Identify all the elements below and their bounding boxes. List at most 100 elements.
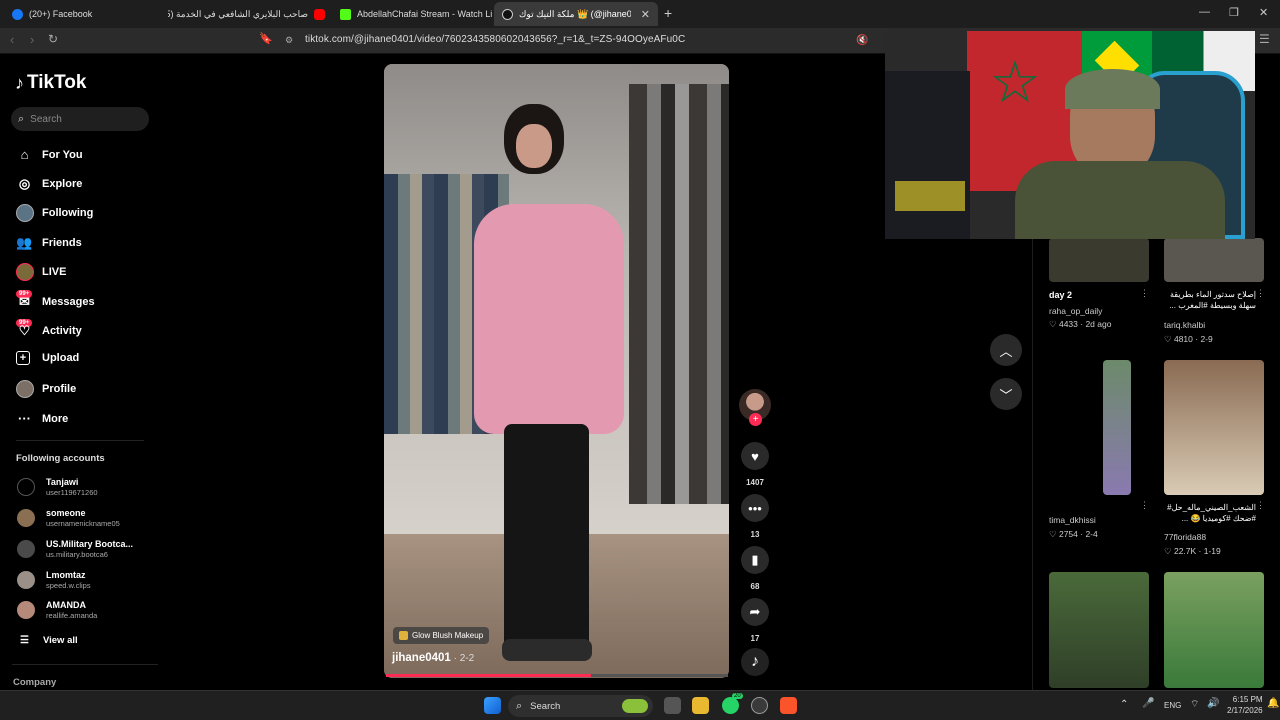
previous-video-button[interactable]: ︿ [990,334,1022,366]
video-username[interactable]: raha_op_daily [1049,306,1102,316]
tab-kick[interactable]: AbdellahChafai Stream - Watch Live [332,2,492,26]
search-input[interactable]: ⌕ Search [11,107,149,131]
whatsapp-icon[interactable] [722,697,739,714]
video-thumbnail[interactable] [1103,360,1131,495]
save-button[interactable]: ▮ 68 [741,546,769,591]
restore-icon[interactable]: ❐ [1229,6,1239,19]
mute-tab-icon[interactable]: 🔇 [856,35,868,46]
nav-live[interactable]: LIVE [16,263,66,281]
share-button[interactable]: ➦ 17 [741,598,769,643]
nav-label: LIVE [42,266,67,278]
video-thumbnail[interactable] [1164,238,1264,282]
windows-start-icon[interactable] [484,697,501,714]
video-thumbnail[interactable] [1049,238,1149,282]
nav-label: Explore [42,177,83,190]
tiktok-sound-icon[interactable]: ♪ [741,648,769,676]
video-player[interactable] [384,64,729,678]
list-icon: ☰ [20,635,29,646]
video-username[interactable]: tima_dkhissi [1049,515,1096,525]
like-button[interactable]: ♥ 1407 [741,442,769,487]
minimize-icon[interactable]: — [1199,6,1210,18]
view-all-label: View all [42,635,78,646]
following-accounts-title: Following accounts [16,453,105,464]
clock[interactable]: 6:15 PM 2/17/2026 [1227,694,1263,716]
wifi-icon[interactable]: ⌔ [1190,698,1199,711]
microphone-icon[interactable]: 🎤 [1142,698,1154,709]
back-icon[interactable]: ‹ [10,32,14,47]
address-bar[interactable]: tiktok.com/@jihane0401/video/76023435806… [305,34,685,45]
plus-icon[interactable]: + [664,5,672,21]
video-author[interactable]: jihane0401 · 2-2 [392,652,474,664]
company-link[interactable]: Company [13,677,56,688]
nav-following[interactable]: Following [16,204,93,222]
video-title[interactable]: الشعب_الصيني_ماله_حل# #ضحك #كوميديا 😂 ..… [1164,502,1256,524]
reload-icon[interactable]: ↻ [48,32,58,46]
volume-icon[interactable]: 🔊 [1207,698,1219,709]
account-item[interactable]: Lmomtaz speed.w.clips [17,570,91,590]
tiktok-logo[interactable]: ♪ TikTok [15,72,86,94]
tab-label: صاحب البلايري الشافعي في الخدمة (5) [168,8,308,19]
forward-icon[interactable]: › [30,32,34,47]
nav-activity[interactable]: ♡ Activity [16,322,82,339]
notification-icon[interactable]: 🔔 [1267,698,1279,709]
video-title[interactable]: إصلاح سدتور الماء بطريقة سهلة وبسيطة #ال… [1164,289,1256,311]
close-icon[interactable]: ✕ [641,8,650,21]
video-title[interactable]: day 2 [1049,290,1072,300]
follow-plus-icon[interactable]: + [749,413,762,426]
more-options-icon[interactable]: ⋮ [1256,288,1265,299]
language-indicator[interactable]: ENG [1164,701,1181,710]
creator-avatar[interactable]: + [739,389,771,426]
nav-messages[interactable]: ✉ Messages [16,293,95,310]
nav-upload[interactable]: + Upload [16,351,79,365]
video-likes: ♡ 4810 · 2-9 [1164,334,1213,344]
messages-icon: ✉ [19,293,30,309]
tab-label: AbdellahChafai Stream - Watch Live [357,9,492,19]
video-frame [502,639,592,661]
nav-explore[interactable]: ◎ Explore [16,175,83,192]
video-thumbnail[interactable] [1164,572,1264,688]
bookmark-icon: ▮ [741,546,769,574]
view-all-link[interactable]: ☰ View all [20,635,78,646]
close-window-icon[interactable]: ✕ [1259,6,1268,19]
app-icon[interactable] [751,697,768,714]
video-date: · 2-2 [450,653,475,664]
next-video-button[interactable]: ﹀ [990,378,1022,410]
effect-tag[interactable]: Glow Blush Makeup [393,627,490,644]
tab-facebook[interactable]: (20+) Facebook [4,2,169,26]
nav-label: Activity [42,324,82,337]
chevron-up-icon[interactable]: ⌃ [1120,699,1128,710]
comment-button[interactable]: ••• 13 [741,494,769,539]
video-progress-bar[interactable] [386,674,728,677]
site-info-icon[interactable]: ⚙ [285,35,293,46]
account-item[interactable]: someone usernamenickname05 [17,508,120,528]
video-username[interactable]: 77florida88 [1164,532,1206,542]
more-options-icon[interactable]: ⋮ [1256,500,1265,511]
menu-icon[interactable]: ☰ [1259,32,1270,46]
tiktok-note-icon: ♪ [15,72,24,93]
brave-browser-icon[interactable] [780,697,797,714]
video-thumbnail[interactable] [1164,360,1264,495]
tab-youtube[interactable]: صاحب البلايري الشافعي في الخدمة (5) [168,2,333,26]
nav-profile[interactable]: Profile [16,380,76,398]
video-thumbnail[interactable] [1049,572,1149,688]
task-view-icon[interactable] [664,697,681,714]
account-username: us.military.bootca6 [46,550,108,559]
browser-tab-bar: (20+) Facebook صاحب البلايري الشافعي في … [0,0,1280,28]
live-icon [16,263,34,281]
video-frame [629,84,729,504]
bookmark-icon[interactable]: 🔖 [259,32,273,45]
divider [12,664,158,665]
more-options-icon[interactable]: ⋮ [1140,500,1149,511]
kick-icon [340,8,351,20]
more-options-icon[interactable]: ⋮ [1140,288,1149,299]
file-explorer-icon[interactable] [692,697,709,714]
nav-label: Following [42,207,94,219]
nav-more[interactable]: ··· More [16,410,68,427]
account-item[interactable]: Tanjawi user119671260 [17,477,98,497]
tab-tiktok[interactable]: ملكة التيك توك 👑 (@jihane0401) ✕ [494,2,658,26]
account-item[interactable]: AMANDA reallife.amanda [17,600,97,620]
video-username[interactable]: tariq.khalbi [1164,320,1205,330]
nav-friends[interactable]: 👥 Friends [16,234,81,251]
account-item[interactable]: US.Military Bootca... us.military.bootca6 [17,539,133,559]
nav-for-you[interactable]: ⌂ For You [16,146,83,163]
